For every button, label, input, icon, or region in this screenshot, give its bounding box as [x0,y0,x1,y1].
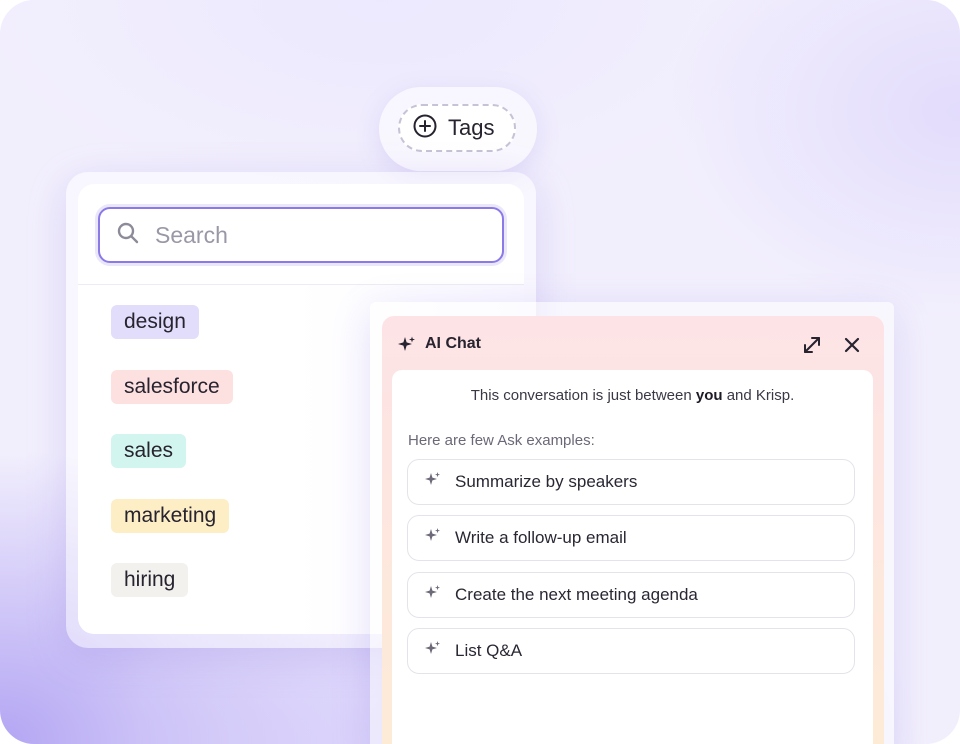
search-input[interactable] [153,220,477,250]
examples-label: Here are few Ask examples: [408,432,595,449]
ai-chat-body: This conversation is just between you an… [392,370,873,744]
search-icon [115,220,141,251]
suggestion-label: Summarize by speakers [455,472,638,491]
suggestion-label: Write a follow-up email [455,528,627,547]
tag-chip-design[interactable]: design [111,305,199,339]
close-icon[interactable] [841,334,863,356]
sparkle-icon [423,526,443,551]
ai-chat-panel: AI Chat This conversation is just betwee… [382,316,884,744]
privacy-suffix: and Krisp. [726,387,795,404]
sparkle-icon [397,335,417,355]
sparkle-icon [423,583,443,608]
suggestion-label: List Q&A [455,641,523,660]
tag-chip-sales[interactable]: sales [111,434,187,468]
suggestion-list-qa[interactable]: List Q&A [407,628,855,674]
tag-chip-marketing[interactable]: marketing [111,499,230,533]
ai-chat-header: AI Chat [382,316,884,370]
privacy-bold: you [695,387,723,404]
search-box[interactable] [98,207,504,263]
suggestion-label: Create the next meeting agenda [455,585,698,604]
privacy-note: This conversation is just between you an… [392,387,873,404]
privacy-prefix: This conversation is just between [470,387,692,404]
expand-icon[interactable] [801,334,823,356]
sparkle-icon [423,639,443,664]
suggestion-follow-up-email[interactable]: Write a follow-up email [407,515,855,561]
tag-chip-salesforce[interactable]: salesforce [111,370,233,404]
plus-circle-icon [412,113,438,144]
tag-chip-hiring[interactable]: hiring [111,563,189,597]
tags-button-label: Tags [448,115,495,140]
page-background: Tags design salesforce sales marketing h… [0,0,960,744]
sparkle-icon [423,470,443,495]
add-tags-button[interactable]: Tags [398,104,516,152]
ai-chat-title: AI Chat [425,335,481,352]
suggestion-summarize[interactable]: Summarize by speakers [407,459,855,505]
suggestion-meeting-agenda[interactable]: Create the next meeting agenda [407,572,855,618]
